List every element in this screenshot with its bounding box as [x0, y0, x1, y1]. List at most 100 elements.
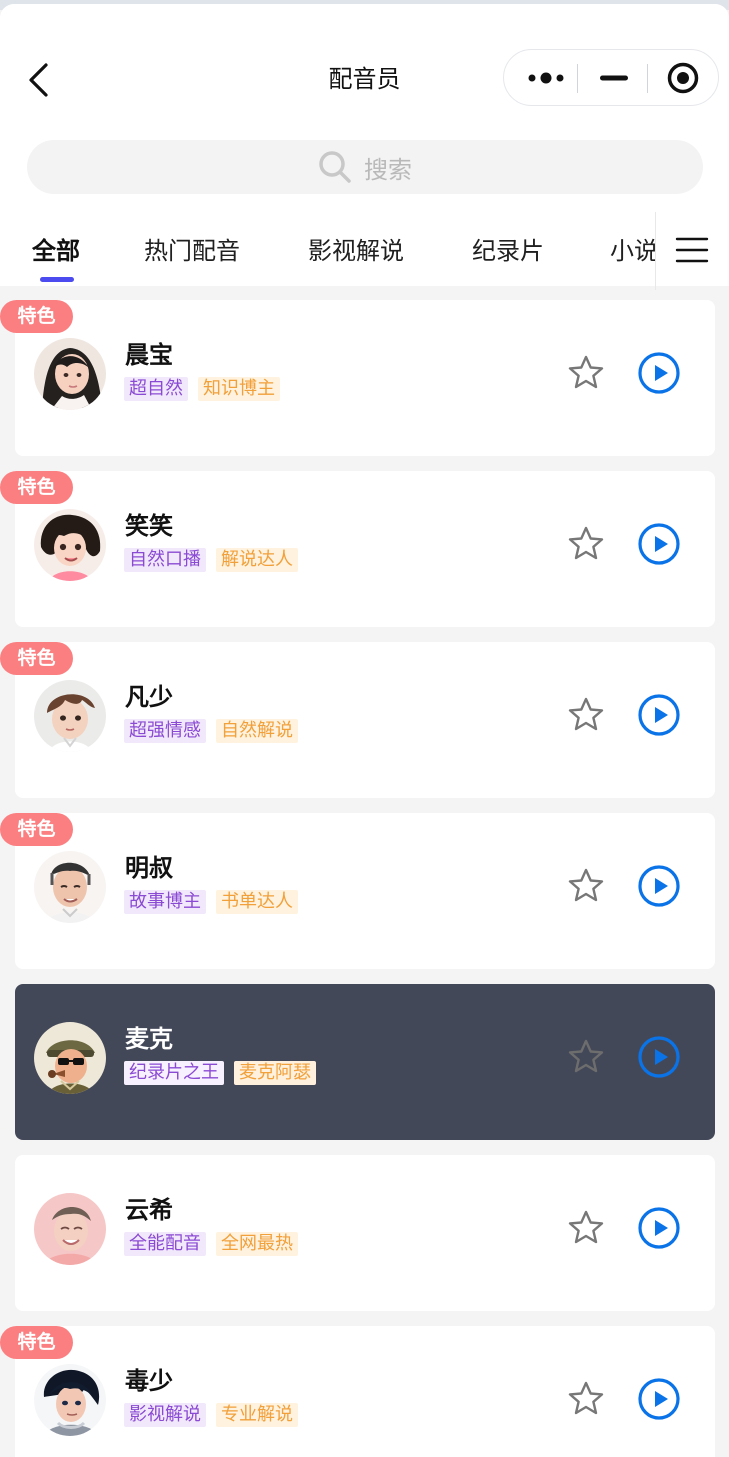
search-placeholder: 搜索: [364, 155, 412, 184]
play-button[interactable]: [636, 692, 682, 738]
voice-card[interactable]: 晨宝 超自然 知识博主: [15, 300, 715, 456]
play-circle-icon: [638, 865, 680, 907]
play-button[interactable]: [636, 350, 682, 396]
featured-badge: 特色: [0, 300, 73, 333]
hamburger-icon: [675, 237, 709, 263]
tab-novel[interactable]: 小说: [610, 234, 655, 268]
star-outline-icon: [568, 1210, 604, 1244]
voice-tag: 故事博主: [124, 890, 206, 914]
voice-tag: 纪录片之王: [124, 1061, 224, 1085]
voice-card[interactable]: 云希 全能配音 全网最热: [15, 1155, 715, 1311]
voice-name: 云希: [125, 1196, 173, 1224]
avatar: [34, 338, 106, 410]
avatar: [34, 1022, 106, 1094]
voice-tag: 超自然: [124, 377, 188, 401]
star-outline-icon: [568, 1381, 604, 1415]
favorite-button[interactable]: [565, 865, 607, 907]
voice-tag: 自然口播: [124, 548, 206, 572]
voice-tags: 超强情感 自然解说: [124, 719, 308, 743]
voice-name: 晨宝: [125, 341, 173, 369]
voice-card[interactable]: 明叔 故事博主 书单达人: [15, 813, 715, 969]
header: 配音员 搜索 全部 热门配音 影视解说 纪录片 小说: [0, 4, 729, 290]
voice-tag: 麦克阿瑟: [234, 1061, 316, 1085]
avatar: [34, 1193, 106, 1265]
play-circle-icon: [638, 1036, 680, 1078]
voice-tags: 自然口播 解说达人: [124, 548, 308, 572]
category-menu-button[interactable]: [670, 228, 714, 272]
voice-tag: 自然解说: [216, 719, 298, 743]
voice-tag: 影视解说: [124, 1403, 206, 1427]
voice-name: 毒少: [125, 1367, 173, 1395]
voice-tag: 书单达人: [216, 890, 298, 914]
voice-tags: 纪录片之王 麦克阿瑟: [124, 1061, 326, 1085]
avatar: [34, 509, 106, 581]
minimize-button[interactable]: [580, 50, 648, 105]
tab-film-commentary[interactable]: 影视解说: [308, 234, 404, 268]
featured-badge: 特色: [0, 813, 73, 846]
play-circle-icon: [638, 352, 680, 394]
mini-program-capsule: [503, 49, 719, 106]
play-button[interactable]: [636, 1034, 682, 1080]
capsule-divider: [577, 64, 578, 93]
voice-avatar-image: [34, 680, 106, 752]
voice-tags: 超自然 知识博主: [124, 377, 290, 401]
tab-all[interactable]: 全部: [32, 234, 80, 268]
category-tabs: 全部 热门配音 影视解说 纪录片 小说: [0, 216, 655, 286]
voice-tags: 全能配音 全网最热: [124, 1232, 308, 1256]
capsule-divider: [647, 64, 648, 93]
tab-hot-dubbing[interactable]: 热门配音: [144, 234, 240, 268]
play-button[interactable]: [636, 863, 682, 909]
voice-avatar-image: [34, 851, 106, 923]
tab-documentary[interactable]: 纪录片: [472, 234, 544, 268]
favorite-button[interactable]: [565, 1207, 607, 1249]
search-icon: [319, 151, 351, 183]
play-button[interactable]: [636, 1376, 682, 1422]
voice-name: 笑笑: [125, 512, 173, 540]
search-input[interactable]: 搜索: [27, 140, 703, 194]
star-outline-icon: [568, 697, 604, 731]
favorite-button[interactable]: [565, 352, 607, 394]
star-outline-icon: [568, 355, 604, 389]
voice-tag: 解说达人: [216, 548, 298, 572]
play-circle-icon: [638, 523, 680, 565]
search-content: 搜索: [27, 140, 703, 194]
voice-name: 凡少: [125, 683, 173, 711]
voice-name: 麦克: [125, 1025, 173, 1053]
avatar: [34, 680, 106, 752]
featured-badge: 特色: [0, 642, 73, 675]
star-outline-icon: [568, 526, 604, 560]
active-tab-indicator: [40, 277, 74, 282]
featured-badge: 特色: [0, 1326, 73, 1359]
featured-badge: 特色: [0, 471, 73, 504]
avatar: [34, 851, 106, 923]
voice-tag: 全能配音: [124, 1232, 206, 1256]
voice-avatar-image: [34, 338, 106, 410]
more-dots-icon: [528, 72, 564, 83]
voice-card[interactable]: 凡少 超强情感 自然解说: [15, 642, 715, 798]
voice-card[interactable]: 毒少 影视解说 专业解说: [15, 1326, 715, 1457]
play-circle-icon: [638, 1378, 680, 1420]
close-button[interactable]: [650, 50, 716, 105]
favorite-button[interactable]: [565, 1036, 607, 1078]
star-outline-icon: [568, 1039, 604, 1073]
favorite-button[interactable]: [565, 694, 607, 736]
voice-avatar-image: [34, 509, 106, 581]
mini-program-screen: 配音员 搜索 全部 热门配音 影视解说 纪录片 小说 晨宝 超自然 知识博主 特…: [0, 4, 729, 1457]
voice-card[interactable]: 笑笑 自然口播 解说达人: [15, 471, 715, 627]
voice-tag: 超强情感: [124, 719, 206, 743]
voice-card-selected[interactable]: 麦克 纪录片之王 麦克阿瑟: [15, 984, 715, 1140]
favorite-button[interactable]: [565, 1378, 607, 1420]
target-icon: [667, 62, 699, 93]
star-outline-icon: [568, 868, 604, 902]
favorite-button[interactable]: [565, 523, 607, 565]
play-button[interactable]: [636, 1205, 682, 1251]
voice-name: 明叔: [125, 854, 173, 882]
voice-tags: 影视解说 专业解说: [124, 1403, 308, 1427]
play-circle-icon: [638, 694, 680, 736]
tab-menu-divider: [655, 212, 656, 290]
avatar: [34, 1364, 106, 1436]
voice-tags: 故事博主 书单达人: [124, 890, 308, 914]
play-button[interactable]: [636, 521, 682, 567]
voice-tag: 知识博主: [198, 377, 280, 401]
more-button[interactable]: [514, 50, 578, 105]
